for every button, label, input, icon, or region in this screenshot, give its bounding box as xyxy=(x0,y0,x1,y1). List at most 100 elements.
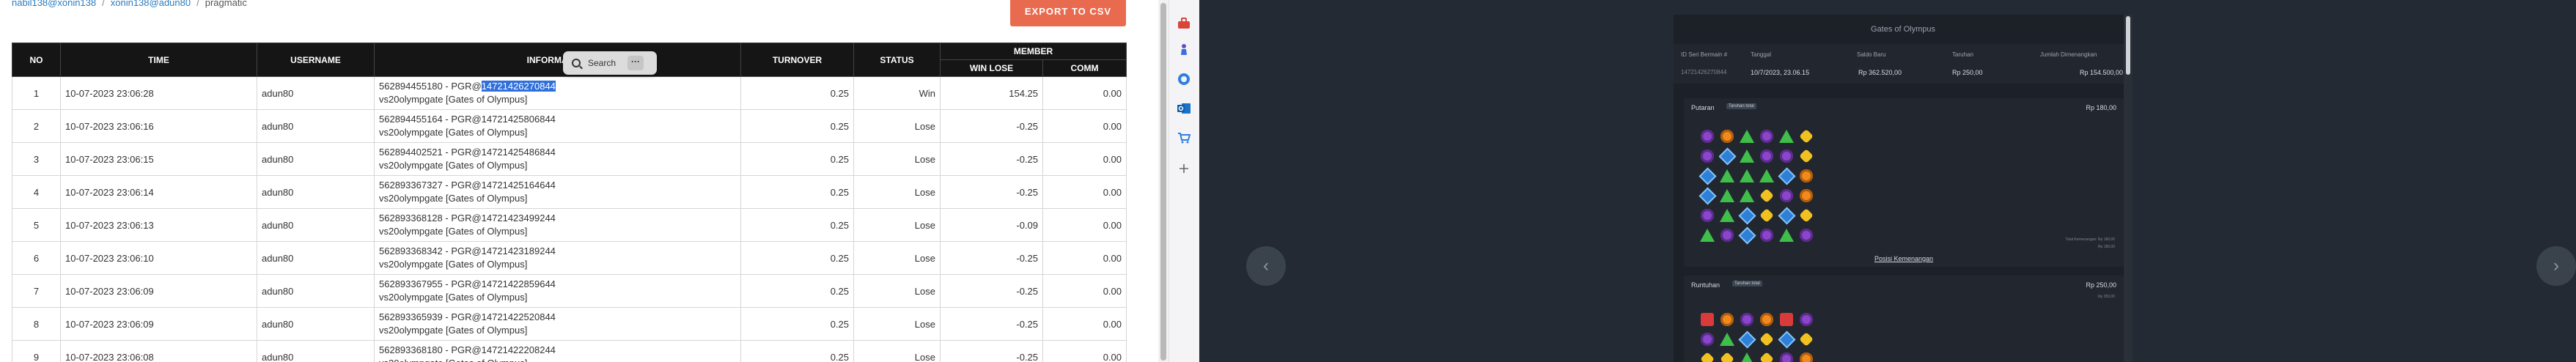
cell-username: adun80 xyxy=(257,109,375,143)
office-icon[interactable] xyxy=(1177,72,1191,86)
table-row[interactable]: 4 10-07-2023 23:06:14 adun80 562893367327 -… xyxy=(12,175,1127,209)
info-line-1: 562893367327 - PGR@14721425164644 xyxy=(379,179,736,192)
spin-note: Rp 180,00 xyxy=(2097,245,2115,249)
purple-gem-icon xyxy=(1797,311,1815,328)
cell-username: adun80 xyxy=(257,142,375,176)
table-row[interactable]: 3 10-07-2023 23:06:15 adun80 562894402521 -… xyxy=(12,142,1127,176)
table-row[interactable]: 2 10-07-2023 23:06:16 adun80 562894455164 -… xyxy=(12,109,1127,143)
header-round-id: ID Seri Bermain # xyxy=(1681,51,1728,58)
round-details-panel: Gates of Olympus ID Seri Bermain # Tangg… xyxy=(1674,15,2132,362)
reel-grid xyxy=(1699,311,1815,362)
info-line-1: 562893367955 - PGR@14721422859644 xyxy=(379,278,736,291)
green-gem-icon xyxy=(1738,147,1756,165)
cell-winlose: -0.25 xyxy=(940,340,1043,362)
cell-winlose: -0.09 xyxy=(940,208,1043,242)
yellow-gem-icon xyxy=(1758,350,1775,362)
cell-time: 10-07-2023 23:06:16 xyxy=(60,109,257,143)
cell-information: 562893367327 - PGR@14721425164644 vs20oly… xyxy=(374,175,741,209)
cell-time: 10-07-2023 23:06:09 xyxy=(60,307,257,341)
info-line-2: vs20olympgate [Gates of Olympus] xyxy=(379,160,528,171)
cell-status: Lose xyxy=(853,142,941,176)
green-gem-icon xyxy=(1699,226,1716,244)
spin-tag: Taruhan total xyxy=(1732,281,1762,287)
green-gem-icon xyxy=(1718,330,1736,348)
cell-turnover: 0.25 xyxy=(740,76,854,110)
cell-turnover: 0.25 xyxy=(740,208,854,242)
info-id: 562894455164 - PGR@14721425806844 xyxy=(379,114,556,125)
panel-scrollbar[interactable] xyxy=(2124,15,2132,362)
cell-time: 10-07-2023 23:06:13 xyxy=(60,208,257,242)
cell-turnover: 0.25 xyxy=(740,142,854,176)
info-line-2: vs20olympgate [Gates of Olympus] xyxy=(379,357,736,362)
purple-gem-icon xyxy=(1738,311,1756,328)
table-row[interactable]: 7 10-07-2023 23:06:09 adun80 562893367955 -… xyxy=(12,274,1127,308)
spin-section-1: Putaran Taruhan total Rp 180,00 Total Ke… xyxy=(1684,98,2124,267)
cell-status: Lose xyxy=(853,340,941,362)
header-balance: Saldo Baru xyxy=(1857,51,1886,58)
purple-gem-icon xyxy=(1778,350,1795,362)
add-icon[interactable] xyxy=(1177,161,1191,176)
info-id: 562893365939 - PGR@14721422520844 xyxy=(379,311,556,322)
info-id: 562893368342 - PGR@14721423189244 xyxy=(379,245,556,256)
cell-information: 562894455164 - PGR@14721425806844 vs20oly… xyxy=(374,109,741,143)
purple-gem-icon xyxy=(1699,147,1716,165)
previous-arrow-button[interactable]: ‹ xyxy=(1246,246,1286,286)
table-row[interactable]: 9 10-07-2023 23:06:08 adun80 562893368180 -… xyxy=(12,340,1127,362)
more-options-button[interactable]: ··· xyxy=(628,56,644,70)
breadcrumb-link-subagent[interactable]: xonin138@adun80 xyxy=(111,0,191,8)
cell-username: adun80 xyxy=(257,208,375,242)
scrollbar-thumb[interactable] xyxy=(1160,3,1166,361)
cell-status: Lose xyxy=(853,274,941,308)
purple-gem-icon xyxy=(1699,330,1716,348)
table-row[interactable]: 6 10-07-2023 23:06:10 adun80 562893368342 -… xyxy=(12,241,1127,275)
breadcrumb-link-agent[interactable]: nabil138@xonin138 xyxy=(12,0,96,8)
report-pane: nabil138@xonin138 / xonin138@adun80 / pragma… xyxy=(0,0,1158,362)
red-gem-icon xyxy=(1778,311,1795,328)
cell-comm: 0.00 xyxy=(1042,307,1127,341)
page-scrollbar[interactable] xyxy=(1158,0,1169,362)
spin-note: Total Kemenangan: Rp 180,00 xyxy=(2065,237,2115,242)
cart-icon[interactable] xyxy=(1177,130,1191,145)
search-popup[interactable]: Search ··· xyxy=(563,51,657,75)
spin-title: Runtuhan xyxy=(1691,281,1721,289)
info-line-2: vs20olympgate [Gates of Olympus] xyxy=(379,259,528,270)
yellow-gem-icon xyxy=(1797,128,1815,145)
toolbox-icon[interactable] xyxy=(1177,16,1191,31)
chess-icon[interactable] xyxy=(1177,43,1191,57)
info-line-1: 562894402521 - PGR@14721425486844 xyxy=(379,146,736,159)
table-row[interactable]: 5 10-07-2023 23:06:13 adun80 562893368128 -… xyxy=(12,208,1127,242)
spin-tag: Taruhan total xyxy=(1726,103,1756,109)
export-csv-button[interactable]: EXPORT TO CSV xyxy=(1010,0,1126,26)
winning-positions-link[interactable]: Posisi Kemenangan xyxy=(1684,255,2124,262)
cell-turnover: 0.25 xyxy=(740,175,854,209)
col-header-status: STATUS xyxy=(853,43,941,77)
table-row[interactable]: 8 10-07-2023 23:06:09 adun80 562893365939 -… xyxy=(12,307,1127,341)
green-gem-icon xyxy=(1738,167,1756,185)
cell-information: 562893367955 - PGR@14721422859644 vs20oly… xyxy=(374,274,741,308)
next-arrow-button[interactable]: › xyxy=(2536,246,2576,286)
cell-username: adun80 xyxy=(257,340,375,362)
green-gem-icon xyxy=(1718,187,1736,204)
cell-time: 10-07-2023 23:06:10 xyxy=(60,241,257,275)
spin-note: Rp 250,00 xyxy=(2097,295,2115,299)
cell-no: 5 xyxy=(12,208,61,242)
cell-time: 10-07-2023 23:06:15 xyxy=(60,142,257,176)
purple-gem-icon xyxy=(1778,147,1795,165)
scrollbar-thumb[interactable] xyxy=(2126,16,2130,75)
cell-status: Lose xyxy=(853,208,941,242)
cell-comm: 0.00 xyxy=(1042,142,1127,176)
table-row[interactable]: 1 10-07-2023 23:06:28 adun80 562894455180 -… xyxy=(12,76,1127,110)
purple-gem-icon xyxy=(1699,128,1716,145)
info-id: 562893367955 - PGR@14721422859644 xyxy=(379,278,556,289)
col-header-comm: COMM xyxy=(1042,59,1127,77)
spin-amount: Rp 250,00 xyxy=(2086,281,2116,289)
outlook-icon[interactable] xyxy=(1177,101,1191,116)
cell-winlose: -0.25 xyxy=(940,175,1043,209)
cell-time: 10-07-2023 23:06:09 xyxy=(60,274,257,308)
cell-winlose: -0.25 xyxy=(940,109,1043,143)
info-line-2: vs20olympgate [Gates of Olympus] xyxy=(379,226,528,237)
info-highlight: 14721426270844 xyxy=(481,81,556,92)
cell-winlose: -0.25 xyxy=(940,142,1043,176)
cell-status: Lose xyxy=(853,241,941,275)
green-gem-icon xyxy=(1718,167,1736,185)
